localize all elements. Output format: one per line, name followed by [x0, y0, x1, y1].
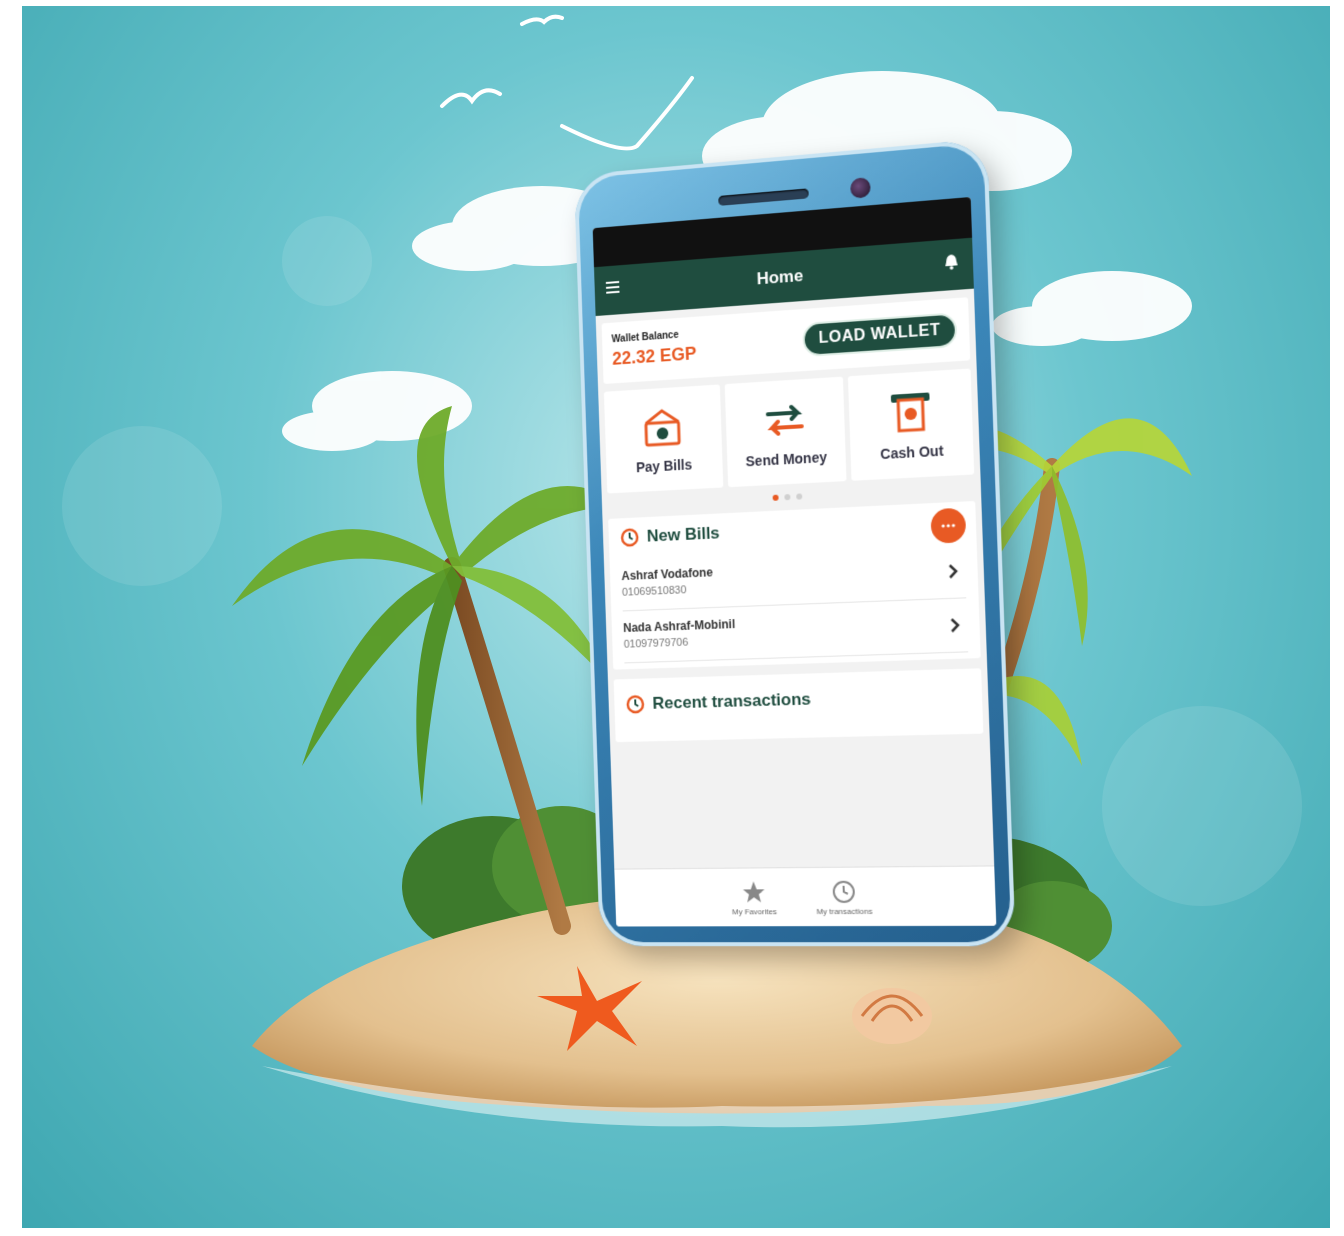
app-screen: Home Wallet Balance 22.32 EGP LOAD WALLE… [592, 196, 997, 927]
pay-bills-icon [640, 404, 686, 452]
wallet-balance-amount: 22.32 EGP [611, 343, 697, 369]
new-bills-title: New Bills [646, 523, 720, 546]
pay-bills-label: Pay Bills [635, 456, 693, 476]
new-bills-card: New Bills Ashraf Vodafone 01069510830 Na… [608, 500, 981, 670]
cash-out-icon [890, 392, 930, 437]
nav-my-favorites[interactable]: My Favorites [731, 879, 777, 916]
seashell [852, 988, 932, 1044]
seagull [440, 14, 694, 151]
new-bills-header: New Bills [620, 512, 964, 548]
clock-icon [626, 694, 646, 714]
send-money-button[interactable]: Send Money [724, 376, 847, 488]
nav-my-transactions-label: My transactions [816, 906, 873, 916]
carousel-dot[interactable] [784, 494, 791, 501]
cash-out-label: Cash Out [880, 442, 944, 463]
page-title: Home [756, 265, 804, 289]
recent-transactions-title: Recent transactions [652, 689, 812, 713]
clock-icon [830, 878, 857, 904]
carousel-dot[interactable] [796, 493, 803, 500]
pay-bills-button[interactable]: Pay Bills [603, 384, 724, 494]
chevron-right-icon [947, 563, 960, 580]
palm-fronds [232, 406, 622, 806]
background-scene: Home Wallet Balance 22.32 EGP LOAD WALLE… [22, 6, 1330, 1228]
recent-transactions-header: Recent transactions [626, 685, 971, 714]
nav-my-favorites-label: My Favorites [731, 906, 778, 916]
bell-icon[interactable] [944, 253, 959, 270]
cash-out-button[interactable]: Cash Out [848, 368, 975, 481]
carousel-dot[interactable] [772, 494, 779, 501]
star-icon [742, 880, 765, 902]
hamburger-menu-icon[interactable] [605, 280, 620, 294]
send-money-icon [761, 396, 808, 445]
load-wallet-button[interactable]: LOAD WALLET [802, 312, 958, 358]
quick-actions: Pay Bills Send Money Cash Out [603, 368, 975, 494]
recent-transactions-card[interactable]: Recent transactions [613, 668, 984, 743]
smartphone: Home Wallet Balance 22.32 EGP LOAD WALLE… [573, 138, 1016, 947]
chevron-right-icon [948, 617, 961, 634]
bottom-navigation: My Favorites My transactions [614, 865, 997, 927]
send-money-label: Send Money [745, 448, 828, 470]
clock-icon [620, 527, 640, 548]
wallet-balance-label: Wallet Balance [611, 329, 679, 346]
nav-my-transactions[interactable]: My transactions [815, 878, 873, 916]
more-icon [941, 523, 956, 528]
bills-action-badge[interactable] [930, 507, 967, 544]
